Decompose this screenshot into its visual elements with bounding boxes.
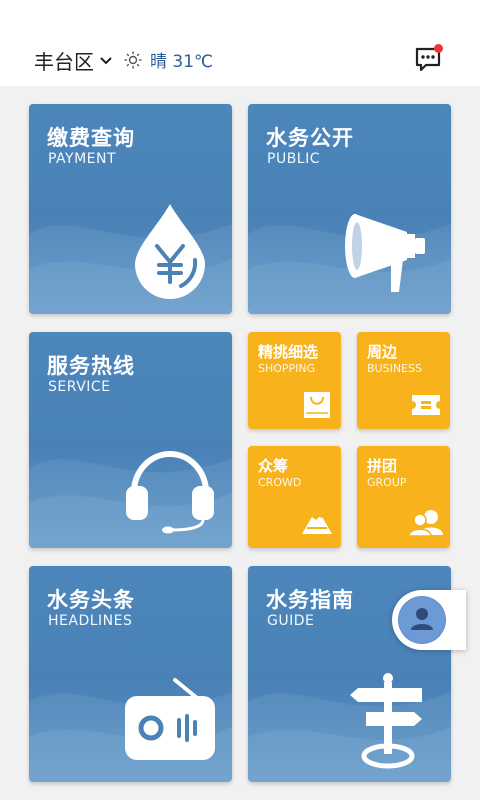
sun-icon: [124, 51, 142, 68]
notification-badge: [434, 44, 443, 53]
shopping-bag-icon: [304, 392, 330, 418]
floating-user-button[interactable]: [392, 590, 466, 650]
chevron-down-icon: [100, 56, 112, 64]
tile-payment[interactable]: 缴费查询 PAYMENT: [29, 104, 232, 314]
tile-subtitle: SHOPPING: [258, 362, 316, 375]
tile-title: 缴费查询: [47, 126, 135, 150]
tile-public[interactable]: 水务公开 PUBLIC: [248, 104, 451, 314]
tile-crowd[interactable]: 众筹 CROWD: [248, 446, 341, 548]
tile-title: 精挑细选: [258, 343, 319, 361]
tile-headlines[interactable]: 水务头条 HEADLINES: [29, 566, 232, 782]
tile-title: 服务热线: [47, 354, 135, 378]
ticket-icon: [412, 395, 440, 415]
weather-text: 晴 31℃: [150, 52, 214, 72]
tile-title: 水务公开: [266, 126, 354, 150]
tile-subtitle: GUIDE: [267, 613, 315, 629]
user-avatar-icon: [399, 597, 445, 643]
location-label: 丰台区: [34, 50, 94, 74]
tile-subtitle: PAYMENT: [48, 151, 117, 167]
tile-group[interactable]: 拼团 GROUP: [357, 446, 450, 548]
location-selector[interactable]: 丰台区: [34, 46, 112, 75]
megaphone-icon: [345, 214, 425, 292]
mountain-icon: [302, 508, 332, 534]
avatar: [398, 596, 446, 644]
tile-business[interactable]: 周边 BUSINESS: [357, 332, 450, 429]
headset-icon: [126, 451, 214, 534]
water-drop-yuan-icon: [135, 204, 205, 299]
tile-subtitle: BUSINESS: [367, 362, 422, 375]
signpost-icon: [350, 673, 422, 769]
weather-widget: 晴 31℃: [124, 47, 213, 72]
tile-title: 拼团: [367, 457, 398, 475]
tile-title: 水务头条: [47, 588, 135, 612]
tile-subtitle: CROWD: [258, 476, 302, 489]
tile-shopping[interactable]: 精挑细选 SHOPPING: [248, 332, 341, 429]
tile-service[interactable]: 服务热线 SERVICE: [29, 332, 232, 548]
tile-title: 众筹: [258, 457, 289, 475]
tile-subtitle: HEADLINES: [48, 613, 133, 629]
tile-subtitle: SERVICE: [48, 379, 111, 395]
tile-subtitle: GROUP: [367, 476, 407, 489]
group-icon: [409, 510, 443, 536]
radio-icon: [125, 678, 215, 760]
tile-subtitle: PUBLIC: [267, 151, 320, 167]
top-bar: 丰台区 晴 31℃: [0, 0, 480, 86]
tile-title: 水务指南: [266, 588, 354, 612]
tile-title: 周边: [367, 343, 398, 361]
